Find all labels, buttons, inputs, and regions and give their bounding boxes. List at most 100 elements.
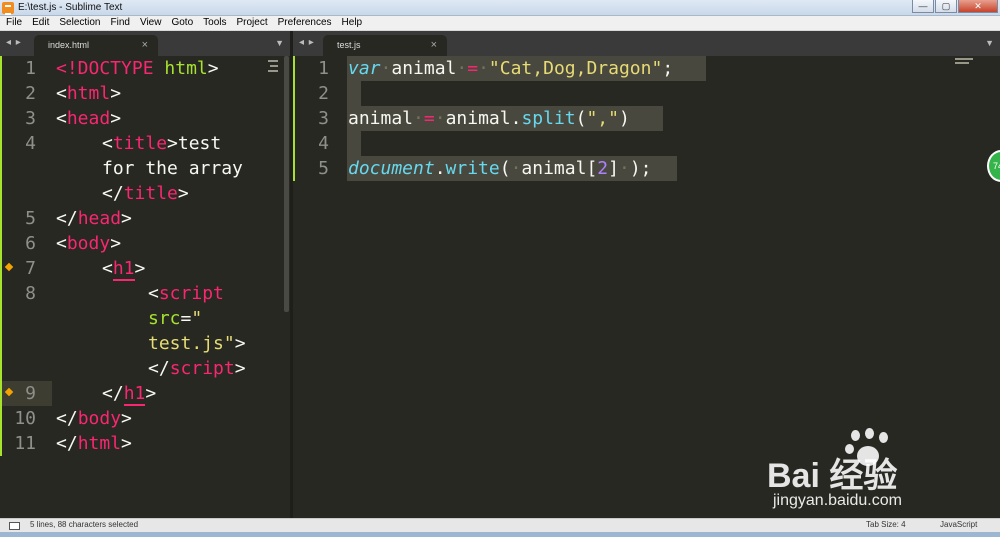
watermark-url: jingyan.baidu.com <box>773 492 902 509</box>
code-token: script <box>169 358 235 379</box>
code-token: title <box>123 183 178 204</box>
code-line: for the array <box>102 158 243 179</box>
code-line: test.js"> <box>148 333 246 354</box>
code-line: <!DOCTYPE html> <box>56 58 219 79</box>
code-token: 2 <box>597 158 609 179</box>
watermark-brand: Bai 经验 <box>767 457 898 495</box>
menu-goto[interactable]: Goto <box>166 16 198 30</box>
menu-project[interactable]: Project <box>232 16 273 30</box>
line-number: 10 <box>14 408 36 429</box>
code-line: <title>test <box>102 133 222 154</box>
code-token: test.js" <box>148 333 235 354</box>
code-line: </html> <box>56 433 132 454</box>
left-tab-bar: ◂ ▸ index.html × ▼ <box>0 31 290 56</box>
code-token: = <box>467 58 479 79</box>
code-token: " <box>191 308 203 329</box>
code-token: [ <box>586 158 598 179</box>
code-token: src <box>148 308 181 329</box>
code-token: body <box>77 408 122 429</box>
code-line: </title> <box>102 183 189 204</box>
menu-bar: File Edit Selection Find View Goto Tools… <box>0 16 1000 31</box>
code-line: src=" <box>148 308 203 329</box>
window-controls: — ▢ ✕ <box>911 0 998 15</box>
menu-view[interactable]: View <box>135 16 167 30</box>
minimap[interactable] <box>270 65 278 67</box>
baidu-jingyan-watermark: Bai 经验 jingyan.baidu.com <box>765 428 965 518</box>
line-number: 4 <box>25 133 36 154</box>
line-number: 5 <box>25 208 36 229</box>
menu-tools[interactable]: Tools <box>198 16 231 30</box>
code-line: <head> <box>56 108 122 129</box>
code-token: title <box>112 133 168 154</box>
code-token: animal <box>521 158 587 179</box>
tab-index-html[interactable]: index.html × <box>34 35 158 56</box>
code-token: "Cat,Dog,Dragon" <box>488 58 663 79</box>
tab-nav-arrows-icon[interactable]: ◂ ▸ <box>6 37 22 48</box>
code-line: </body> <box>56 408 132 429</box>
editor-pane-left[interactable]: 1 2 3 4 5 6 7 8 9 10 11 <!DOCTYPE html> … <box>0 56 290 518</box>
menu-edit[interactable]: Edit <box>27 16 54 30</box>
menu-preferences[interactable]: Preferences <box>273 16 337 30</box>
close-button[interactable]: ✕ <box>958 0 998 13</box>
tab-label: index.html <box>48 40 90 50</box>
minimap[interactable] <box>268 60 278 62</box>
code-line: </h1> <box>102 383 157 406</box>
code-token: animal <box>348 108 414 129</box>
os-taskbar <box>0 532 1000 537</box>
code-line: <h1> <box>102 258 146 281</box>
tab-menu-chevron-down-icon[interactable]: ▼ <box>985 38 994 48</box>
tab-close-icon[interactable]: × <box>431 39 437 51</box>
code-token: ); <box>629 158 652 179</box>
code-token: ; <box>662 58 674 79</box>
line-number: 2 <box>318 83 329 104</box>
code-line: <html> <box>56 83 122 104</box>
minimap[interactable] <box>955 58 973 60</box>
code-token: ( <box>575 108 587 129</box>
menu-help[interactable]: Help <box>337 16 368 30</box>
sublime-app-icon <box>2 2 14 15</box>
code-token: html <box>66 83 111 104</box>
right-tab-bar: ◂ ▸ test.js × ▼ <box>293 31 1000 56</box>
code-token: test <box>177 133 222 154</box>
line-number: 3 <box>318 108 329 129</box>
code-token: var <box>348 58 381 79</box>
line-number: 2 <box>25 83 36 104</box>
code-token: animal <box>445 108 511 129</box>
code-token: "," <box>586 108 619 129</box>
menu-file[interactable]: File <box>0 16 27 30</box>
line-number: 5 <box>318 158 329 179</box>
code-token: head <box>77 208 122 229</box>
tab-test-js[interactable]: test.js × <box>323 35 447 56</box>
code-line: <body> <box>56 233 122 254</box>
minimap[interactable] <box>955 62 969 64</box>
code-token: html <box>77 433 122 454</box>
line-number: 4 <box>318 133 329 154</box>
left-scrollbar[interactable] <box>284 56 289 312</box>
tab-label: test.js <box>337 40 361 50</box>
code-token: h1 <box>123 383 146 406</box>
line-number: 11 <box>14 433 36 454</box>
title-bar: E:\test.js - Sublime Text — ▢ ✕ <box>0 0 1000 16</box>
code-line: <script <box>148 283 224 304</box>
code-token: ) <box>618 108 630 129</box>
maximize-button[interactable]: ▢ <box>935 0 957 13</box>
syntax-indicator[interactable]: JavaScript <box>940 520 977 529</box>
code-token: ( <box>499 158 511 179</box>
code-token: h1 <box>112 258 135 281</box>
code-token: html <box>164 58 208 79</box>
line-number: 8 <box>25 283 36 304</box>
line-number: 1 <box>318 58 329 79</box>
menu-find[interactable]: Find <box>106 16 135 30</box>
minimap[interactable] <box>268 70 278 72</box>
code-token: write <box>445 158 500 179</box>
code-token: body <box>66 233 111 254</box>
tab-menu-chevron-down-icon[interactable]: ▼ <box>275 38 284 48</box>
panel-toggle-icon[interactable] <box>9 522 20 530</box>
tab-close-icon[interactable]: × <box>142 39 148 51</box>
menu-selection[interactable]: Selection <box>54 16 105 30</box>
code-token: ] <box>608 158 619 179</box>
tab-nav-arrows-icon[interactable]: ◂ ▸ <box>299 37 315 48</box>
code-line: document.write(·animal[2]·); <box>348 158 652 179</box>
tab-size-indicator[interactable]: Tab Size: 4 <box>866 520 906 529</box>
minimize-button[interactable]: — <box>912 0 934 13</box>
